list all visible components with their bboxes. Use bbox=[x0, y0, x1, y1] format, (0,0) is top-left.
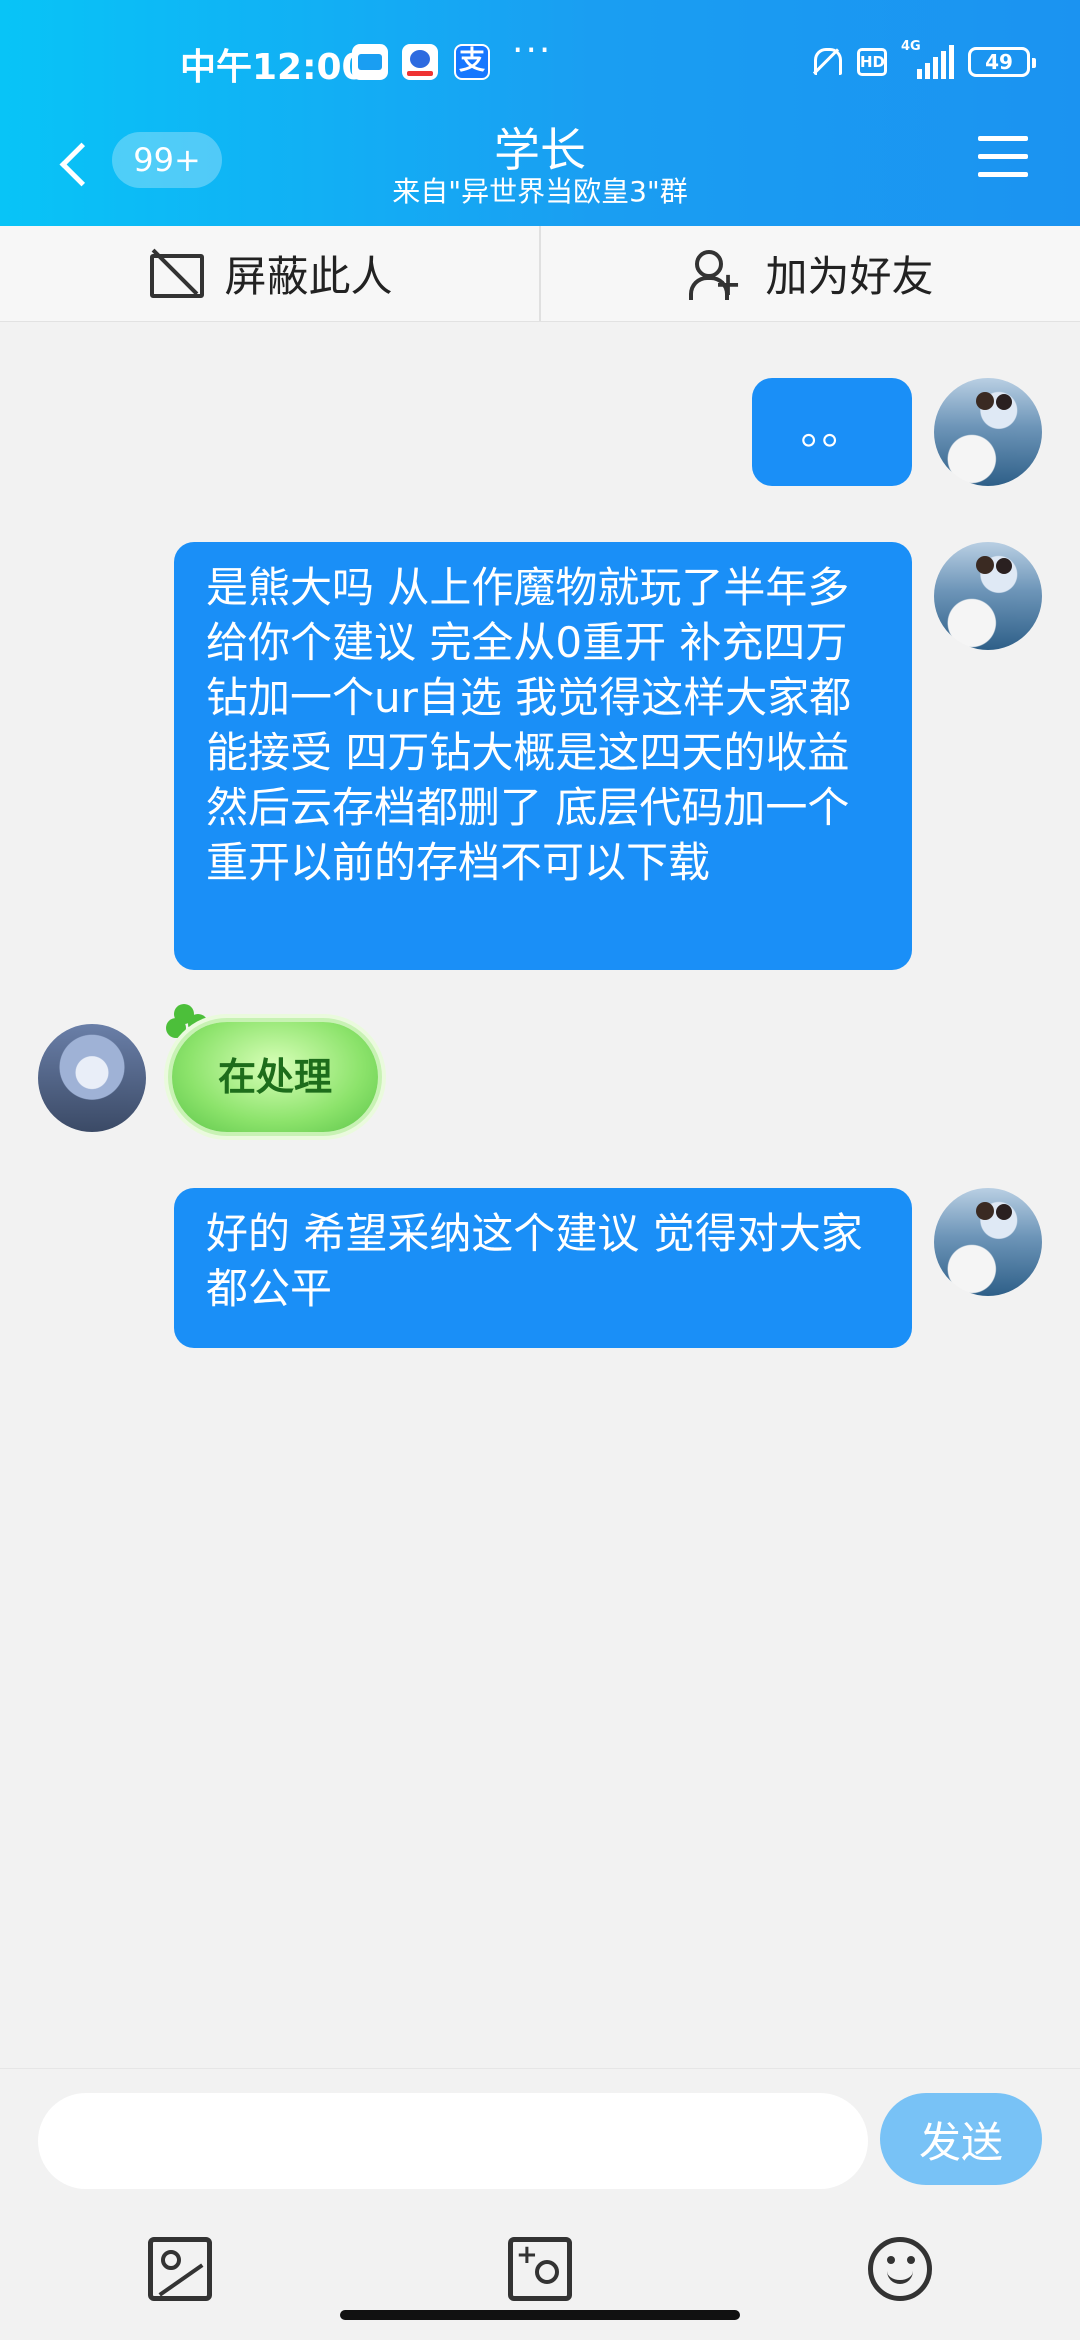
status-more-indicator: ··· bbox=[512, 30, 553, 71]
status-right-group: HD 4G 49 bbox=[807, 39, 1036, 82]
input-area: 发送 bbox=[0, 2068, 1080, 2340]
other-avatar[interactable] bbox=[38, 1024, 146, 1132]
block-user-button[interactable]: 屏蔽此人 bbox=[0, 226, 539, 321]
network-type: 4G bbox=[901, 39, 921, 54]
self-avatar[interactable] bbox=[934, 542, 1042, 650]
send-button[interactable]: 发送 bbox=[880, 2093, 1042, 2185]
chat-title: 学长 bbox=[494, 123, 586, 177]
message-bubble[interactable]: 是熊大吗 从上作魔物就玩了半年多 给你个建议 完全从0重开 补充四万钻加一个ur… bbox=[174, 542, 912, 970]
message-bubble[interactable]: 。。 bbox=[752, 378, 912, 486]
signal-icon: 4G bbox=[901, 39, 954, 79]
hd-icon: HD bbox=[857, 48, 887, 76]
home-indicator[interactable] bbox=[340, 2310, 740, 2320]
chat-subtitle: 来自"异世界当欧皇3"群 bbox=[392, 175, 688, 208]
menu-button[interactable] bbox=[978, 134, 1028, 180]
mute-bell-icon bbox=[807, 44, 843, 80]
message-input[interactable] bbox=[38, 2093, 868, 2189]
battery-icon: 49 bbox=[968, 47, 1036, 77]
status-bar: 中午12:00 支 ··· HD 4G 49 bbox=[0, 0, 1080, 120]
nav-bar: 99+ 学长 来自"异世界当欧皇3"群 bbox=[0, 120, 1080, 226]
block-icon bbox=[146, 248, 205, 300]
alipay-app-icon: 支 bbox=[454, 44, 490, 80]
chat-header: 中午12:00 支 ··· HD 4G 49 99+ 学长 来自"异世界当欧皇3… bbox=[0, 0, 1080, 226]
sticker-message[interactable]: 在处理 bbox=[172, 1022, 378, 1132]
menu-icon-bar bbox=[978, 154, 1028, 159]
action-bar: 屏蔽此人 + 加为好友 bbox=[0, 226, 1080, 322]
menu-icon-bar bbox=[978, 136, 1028, 141]
add-friend-label: 加为好友 bbox=[765, 252, 934, 301]
self-avatar[interactable] bbox=[934, 378, 1042, 486]
self-avatar[interactable] bbox=[934, 1188, 1042, 1296]
baidu-app-icon bbox=[402, 44, 438, 80]
message-text: 是熊大吗 从上作魔物就玩了半年多 给你个建议 完全从0重开 补充四万钻加一个ur… bbox=[206, 563, 852, 887]
message-text: 好的 希望采纳这个建议 觉得对大家都公平 bbox=[206, 1209, 863, 1313]
add-friend-button[interactable]: + 加为好友 bbox=[539, 226, 1080, 321]
message-app-icon bbox=[352, 44, 388, 80]
status-time: 中午12:00 bbox=[180, 47, 367, 88]
camera-icon[interactable] bbox=[508, 2237, 572, 2301]
add-user-icon: + bbox=[687, 248, 743, 300]
image-icon[interactable] bbox=[148, 2237, 212, 2301]
block-user-label: 屏蔽此人 bbox=[224, 252, 393, 301]
message-bubble[interactable]: 好的 希望采纳这个建议 觉得对大家都公平 bbox=[174, 1188, 912, 1348]
emoji-icon[interactable] bbox=[868, 2237, 932, 2301]
menu-icon-bar bbox=[978, 172, 1028, 177]
message-text: 。。 bbox=[800, 405, 864, 454]
